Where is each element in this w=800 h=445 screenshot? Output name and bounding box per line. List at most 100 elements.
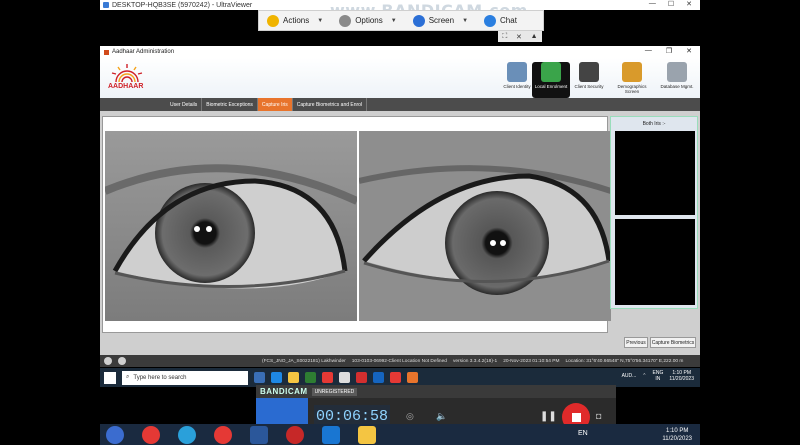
nav-local-enrolment[interactable]: Local Enrolment bbox=[532, 62, 570, 98]
fullscreen-icon[interactable]: ⛶ bbox=[502, 33, 507, 41]
tab-capture-iris[interactable]: Capture Iris bbox=[257, 98, 293, 111]
ultraviewer-icon bbox=[103, 2, 109, 8]
clock[interactable]: 1:10 PM 11/20/2023 bbox=[669, 370, 694, 382]
app-icon[interactable] bbox=[356, 372, 367, 383]
gear-icon bbox=[339, 14, 352, 27]
language-indicator[interactable]: EN bbox=[578, 430, 588, 437]
left-eye-image bbox=[105, 131, 357, 321]
clock-date: 11/20/2023 bbox=[662, 436, 692, 442]
tab-biometric-exceptions[interactable]: Biometric Exceptions bbox=[202, 98, 258, 111]
weather-widget[interactable]: AUD... bbox=[622, 373, 637, 379]
actions-label: Actions bbox=[283, 16, 310, 25]
nav-client-identity[interactable]: Client Identity bbox=[498, 62, 536, 98]
chat-button[interactable]: Chat bbox=[476, 14, 525, 27]
chevron-down-icon: ▼ bbox=[462, 17, 469, 24]
minimize-button[interactable]: — bbox=[649, 0, 656, 8]
record-app-icon[interactable] bbox=[286, 426, 304, 444]
nav-label: Client Security bbox=[574, 84, 604, 89]
app-header: AADHAAR Client Identity Local Enrolment … bbox=[100, 58, 700, 98]
database-icon bbox=[667, 62, 687, 82]
bandicam-logo: BANDICAM bbox=[260, 387, 308, 396]
edge-icon[interactable] bbox=[271, 372, 282, 383]
nav-client-security[interactable]: Client Security bbox=[570, 62, 608, 98]
chrome-icon[interactable] bbox=[390, 372, 401, 383]
aadhaar-app-icon[interactable] bbox=[407, 372, 418, 383]
lightning-icon bbox=[267, 14, 279, 27]
previous-button[interactable]: Previous bbox=[624, 337, 648, 348]
restore-button[interactable]: ❐ bbox=[666, 47, 672, 55]
both-iris-title: Both Iris :- bbox=[642, 121, 666, 127]
chevron-down-icon: ▼ bbox=[390, 17, 397, 24]
monitor-icon bbox=[412, 14, 425, 27]
maximize-button[interactable]: ☐ bbox=[668, 0, 674, 8]
file-explorer-icon[interactable] bbox=[288, 372, 299, 383]
taskbar-search[interactable]: ⌕ Type here to search bbox=[122, 370, 248, 385]
iris-preview-panel bbox=[102, 116, 611, 333]
nav-demographics-screen[interactable]: Demographics Screen bbox=[610, 62, 654, 98]
nav-label: Local Enrolment bbox=[534, 84, 568, 89]
actions-menu[interactable]: Actions ▼ bbox=[259, 14, 331, 27]
nav-label: Client Identity bbox=[503, 84, 531, 89]
tab-capture-biometrics[interactable]: Capture Biometrics and Enrol bbox=[293, 98, 368, 111]
windows-start-icon[interactable] bbox=[106, 426, 124, 444]
logo-text: AADHAAR bbox=[108, 83, 144, 90]
aadhaar-titlebar: Aadhaar Administration — ❐ ✕ bbox=[100, 46, 700, 58]
id-card-icon bbox=[507, 62, 527, 82]
local-taskbar: EN 1:10 PM 11/20/2023 bbox=[100, 424, 700, 445]
nav-label: Database Mgmt. bbox=[660, 84, 694, 89]
ultraviewer-icon[interactable] bbox=[322, 426, 340, 444]
options-label: Options bbox=[355, 16, 383, 25]
close-button[interactable]: ✕ bbox=[686, 0, 692, 8]
app-icon[interactable] bbox=[339, 372, 350, 383]
chat-label: Chat bbox=[500, 16, 517, 25]
status-location: Location: 31°6'40.66548" N,75°0'56.34170… bbox=[565, 358, 684, 364]
speaker-icon[interactable]: 🔈 bbox=[436, 411, 447, 422]
pause-icon[interactable]: ❚❚ bbox=[540, 411, 557, 422]
iris-thumbnail-2 bbox=[615, 219, 695, 305]
status-center: 103-0103-06992-Client Location Not Defin… bbox=[351, 358, 447, 364]
search-icon: ⌕ bbox=[126, 374, 130, 380]
tray-up-icon[interactable]: ⌃ bbox=[642, 373, 646, 379]
clock-date: 11/20/2023 bbox=[669, 376, 694, 382]
chrome-icon[interactable] bbox=[142, 426, 160, 444]
local-clock[interactable]: 1:10 PM 11/20/2023 bbox=[662, 427, 692, 443]
tab-user-details[interactable]: User Details bbox=[166, 98, 203, 111]
task-view-icon[interactable] bbox=[254, 372, 265, 383]
minimize-button[interactable]: — bbox=[645, 47, 652, 55]
camera-icon[interactable]: ◘ bbox=[596, 411, 601, 421]
chevron-down-icon: ▼ bbox=[317, 17, 324, 24]
screen-menu[interactable]: Screen ▼ bbox=[405, 14, 476, 27]
chat-icon bbox=[484, 14, 497, 27]
stop-icon bbox=[571, 412, 581, 422]
windows-start-icon[interactable] bbox=[104, 372, 116, 384]
hand-icon bbox=[104, 357, 112, 365]
aadhaar-logo-icon bbox=[111, 64, 143, 82]
status-bar: (FCS_JNO_JA_S0022181) Lakhwinder 103-010… bbox=[100, 355, 700, 367]
collapse-icon[interactable]: ▲ bbox=[531, 33, 538, 40]
ultraviewer-icon[interactable] bbox=[373, 372, 384, 383]
app-icon bbox=[104, 49, 109, 55]
status-operator: (FCS_JNO_JA_S0022181) Lakhwinder bbox=[262, 358, 346, 364]
webcam-icon[interactable]: ◎ bbox=[406, 411, 414, 422]
screen-label: Screen bbox=[428, 16, 455, 25]
both-iris-panel: Both Iris :- bbox=[610, 116, 698, 309]
remote-toolbar: Actions ▼ Options ▼ Screen ▼ Chat bbox=[258, 10, 544, 31]
capture-biometrics-button[interactable]: Capture Biometrics bbox=[650, 337, 696, 348]
language-region: IN bbox=[655, 376, 661, 382]
options-menu[interactable]: Options ▼ bbox=[331, 14, 405, 27]
capture-area: Both Iris :- Previous Capture Biometrics bbox=[100, 111, 700, 355]
close-icon[interactable]: ✕ bbox=[516, 33, 522, 41]
toolbar-mini-controls: ⛶ ✕ ▲ bbox=[498, 31, 542, 42]
store-icon[interactable] bbox=[305, 372, 316, 383]
file-explorer-icon[interactable] bbox=[358, 426, 376, 444]
word-icon[interactable] bbox=[250, 426, 268, 444]
telegram-icon[interactable] bbox=[178, 426, 196, 444]
language-indicator[interactable]: ENG IN bbox=[653, 370, 664, 382]
nav-label: Demographics Screen bbox=[617, 84, 647, 94]
chrome-icon[interactable] bbox=[322, 372, 333, 383]
window-title: Aadhaar Administration bbox=[112, 49, 175, 55]
chrome-icon[interactable] bbox=[214, 426, 232, 444]
bandicam-header: BANDICAM UNREGISTERED bbox=[256, 385, 616, 398]
close-button[interactable]: ✕ bbox=[686, 47, 692, 55]
nav-database-mgmt[interactable]: Database Mgmt. bbox=[658, 62, 696, 98]
